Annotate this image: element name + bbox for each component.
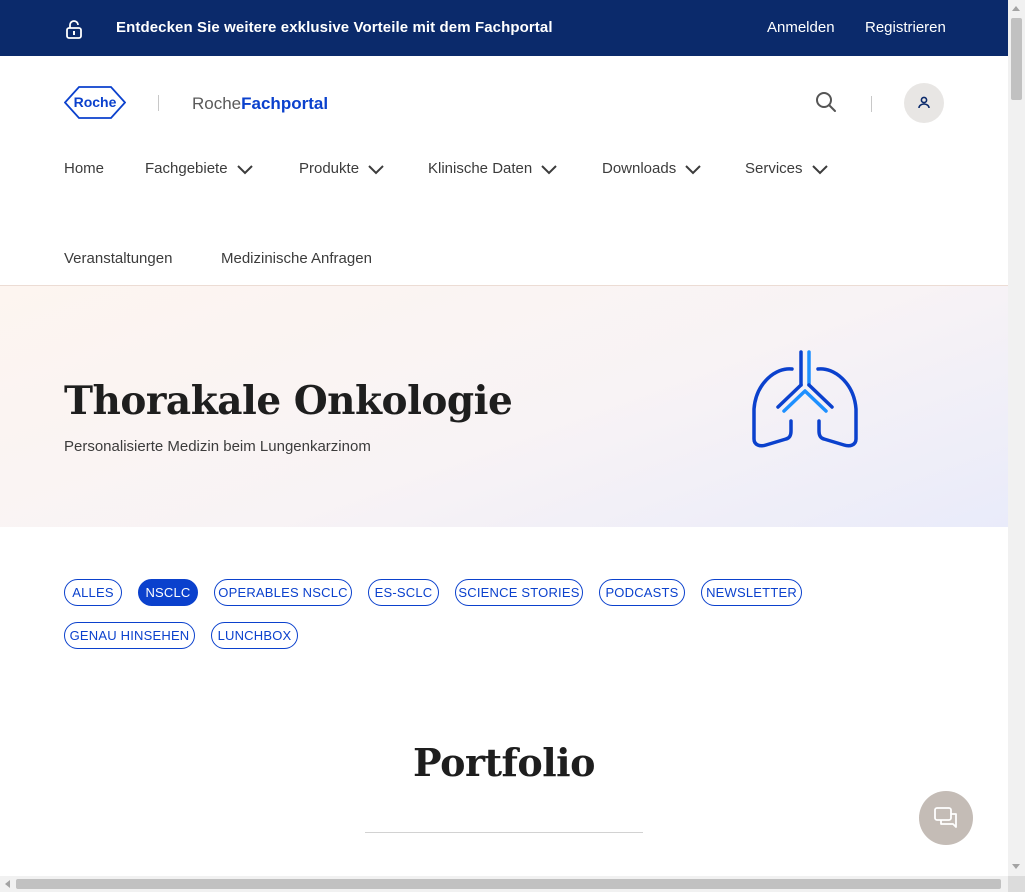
lock-open-icon: [66, 20, 82, 39]
scroll-down-arrow-icon[interactable]: [1012, 864, 1020, 869]
filter-chip-nsclc[interactable]: NSCLC: [138, 579, 198, 606]
nav-item-medizinische-anfragen[interactable]: Medizinische Anfragen: [221, 250, 372, 267]
user-account-button[interactable]: [904, 83, 944, 123]
chevron-down-icon: [368, 164, 384, 174]
nav-item-label: Klinische Daten: [428, 160, 533, 177]
roche-logo-text: Roche: [74, 94, 117, 110]
portfolio-heading: Portfolio: [413, 740, 595, 785]
nav-item-label: Produkte: [299, 160, 360, 177]
filter-chip-genau-hinsehen[interactable]: GENAU HINSEHEN: [64, 622, 195, 649]
horizontal-scrollbar[interactable]: [0, 876, 1008, 892]
vertical-scrollbar-thumb[interactable]: [1011, 18, 1022, 100]
page-subtitle: Personalisierte Medizin beim Lungenkarzi…: [64, 438, 371, 455]
chevron-down-icon: [685, 164, 701, 174]
nav-item-fachgebiete[interactable]: Fachgebiete: [145, 160, 254, 177]
lungs-icon: [752, 350, 858, 448]
nav-item-klinische-daten[interactable]: Klinische Daten: [428, 160, 558, 177]
login-link[interactable]: Anmelden: [767, 19, 835, 36]
horizontal-scrollbar-thumb[interactable]: [16, 879, 1001, 889]
header-divider: [871, 96, 872, 112]
scroll-up-arrow-icon[interactable]: [1012, 6, 1020, 11]
page-title: Thorakale Onkologie: [64, 378, 513, 424]
nav-item-veranstaltungen[interactable]: Veranstaltungen: [64, 250, 172, 267]
banner-message: Entdecken Sie weitere exklusive Vorteile…: [116, 19, 553, 36]
portfolio-divider: [365, 832, 643, 833]
filter-chip-science-stories[interactable]: SCIENCE STORIES: [455, 579, 583, 606]
brand-name-bold: Fachportal: [241, 94, 329, 113]
filter-chip-es-sclc[interactable]: ES-SCLC: [368, 579, 439, 606]
roche-logo[interactable]: Roche: [64, 86, 126, 119]
nav-item-label: Services: [745, 160, 803, 177]
register-link[interactable]: Registrieren: [865, 19, 946, 36]
filter-chip-alles[interactable]: ALLES: [64, 579, 122, 606]
search-icon[interactable]: [815, 91, 837, 113]
nav-item-label: Fachgebiete: [145, 160, 228, 177]
nav-item-downloads[interactable]: Downloads: [602, 160, 702, 177]
chat-button[interactable]: [919, 791, 973, 845]
logo-divider: [158, 95, 159, 111]
scrollbar-corner: [1008, 876, 1025, 892]
nav-item-home[interactable]: Home: [64, 160, 104, 177]
filter-chip-lunchbox[interactable]: LUNCHBOX: [211, 622, 298, 649]
filter-chip-newsletter[interactable]: NEWSLETTER: [701, 579, 802, 606]
nav-item-services[interactable]: Services: [745, 160, 829, 177]
chevron-down-icon: [236, 164, 253, 174]
chevron-down-icon: [811, 164, 828, 174]
nav-item-produkte[interactable]: Produkte: [299, 160, 385, 177]
brand-name[interactable]: RocheFachportal: [192, 94, 328, 114]
filter-chip-operables-nsclc[interactable]: OPERABLES NSCLC: [214, 579, 352, 606]
scroll-left-arrow-icon[interactable]: [5, 880, 10, 888]
filter-chip-podcasts[interactable]: PODCASTS: [599, 579, 685, 606]
chevron-down-icon: [541, 164, 557, 174]
top-banner: Entdecken Sie weitere exklusive Vorteile…: [0, 0, 1008, 56]
user-icon: [918, 96, 930, 109]
nav-item-label: Home: [64, 160, 105, 177]
vertical-scrollbar[interactable]: [1008, 0, 1025, 876]
brand-name-light: Roche: [192, 94, 242, 113]
nav-item-label: Downloads: [602, 160, 677, 177]
chat-icon: [934, 807, 957, 828]
